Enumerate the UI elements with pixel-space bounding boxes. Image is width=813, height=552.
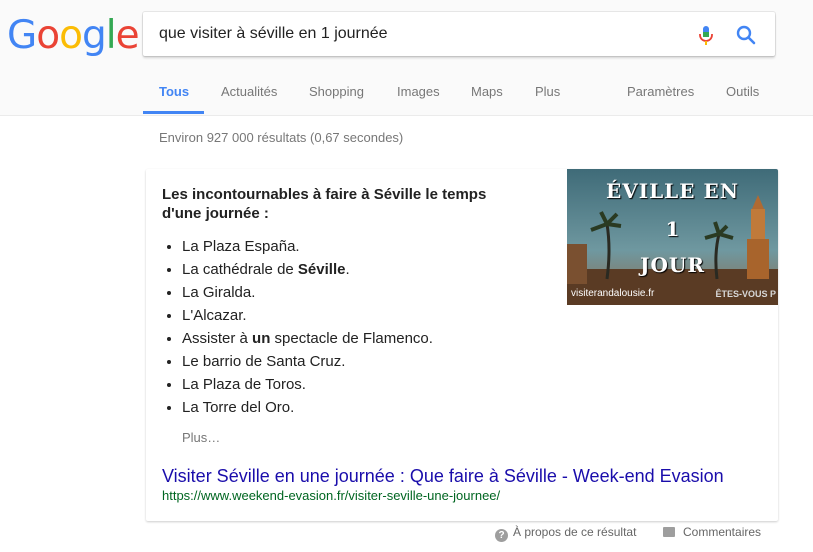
snippet-title: Les incontournables à faire à Séville le… xyxy=(162,186,487,222)
thumbnail-source: visiterandalousie.fr xyxy=(571,288,655,299)
logo-letter: o xyxy=(36,13,60,58)
search-input[interactable] xyxy=(159,12,679,56)
result-title-link[interactable]: Visiter Séville en une journée : Que fai… xyxy=(162,466,724,487)
tab-news[interactable]: Actualités xyxy=(221,84,277,100)
snippet-list-item: La cathédrale de Séville. xyxy=(182,258,433,281)
search-box xyxy=(143,12,775,56)
tab-images[interactable]: Images xyxy=(397,84,440,100)
snippet-list-item: La Plaza España. xyxy=(182,235,433,258)
featured-snippet: Les incontournables à faire à Séville le… xyxy=(146,169,778,521)
thumbnail-line1: ÉVILLE EN xyxy=(606,179,739,203)
result-url: https://www.weekend-evasion.fr/visiter-s… xyxy=(162,488,501,503)
snippet-list-item: L'Alcazar. xyxy=(182,304,433,327)
tab-more[interactable]: Plus xyxy=(535,84,560,100)
active-tab-indicator xyxy=(143,111,204,114)
result-stats: Environ 927 000 résultats (0,67 secondes… xyxy=(159,130,404,145)
logo-letter: l xyxy=(105,13,117,58)
snippet-list-item: Assister à un spectacle de Flamenco. xyxy=(182,327,433,350)
feedback-link[interactable]: Commentaires xyxy=(663,525,761,539)
feedback-label: Commentaires xyxy=(683,525,762,539)
snippet-thumbnail[interactable]: ÉVILLE EN 1 JOUR ÊTES-VOUS P visiteranda… xyxy=(567,169,778,305)
tab-tools[interactable]: Outils xyxy=(726,84,759,100)
snippet-list-item: Le barrio de Santa Cruz. xyxy=(182,350,433,373)
logo-letter: e xyxy=(115,13,140,58)
about-result-label: À propos de ce résultat xyxy=(513,525,637,539)
feedback-icon xyxy=(663,527,675,537)
logo-letter: G xyxy=(7,13,37,58)
snippet-list-item: La Giralda. xyxy=(182,281,433,304)
tab-settings[interactable]: Paramètres xyxy=(627,84,694,100)
more-link[interactable]: Plus… xyxy=(182,430,220,445)
snippet-list-item: La Plaza de Toros. xyxy=(182,373,433,396)
header: Google Tous Actualités Shopping Images M… xyxy=(0,0,813,116)
about-result-link[interactable]: ? À propos de ce résultat xyxy=(495,525,636,542)
tab-all[interactable]: Tous xyxy=(159,84,189,100)
tab-maps[interactable]: Maps xyxy=(471,84,503,100)
microphone-icon[interactable] xyxy=(694,23,718,47)
help-icon: ? xyxy=(495,529,508,542)
thumbnail-line3: JOUR xyxy=(640,253,705,277)
thumbnail-line2: 1 xyxy=(665,217,680,241)
logo-letter: o xyxy=(59,13,83,58)
tab-shopping[interactable]: Shopping xyxy=(309,84,364,100)
thumbnail-tagline: ÊTES-VOUS P xyxy=(715,289,776,299)
search-icon[interactable] xyxy=(734,23,758,47)
logo-letter: g xyxy=(81,13,107,58)
google-logo[interactable]: Google xyxy=(7,12,140,60)
snippet-list-item: La Torre del Oro. xyxy=(182,396,433,419)
snippet-list: La Plaza España.La cathédrale de Séville… xyxy=(162,235,433,419)
